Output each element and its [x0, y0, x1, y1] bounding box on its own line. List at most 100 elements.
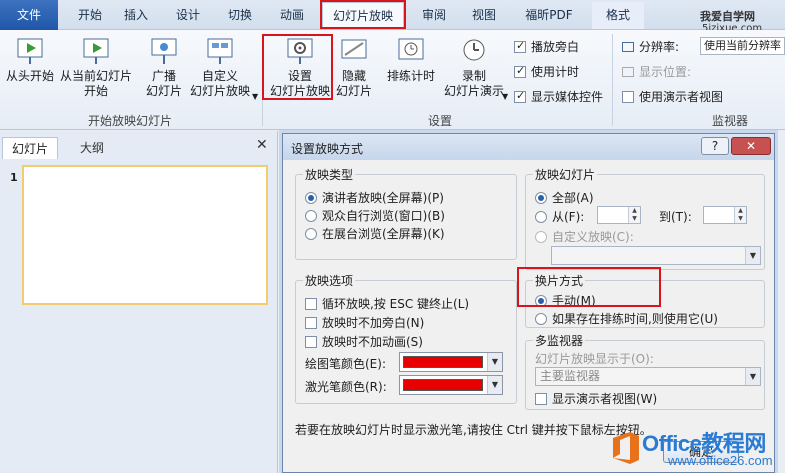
- tab-animations[interactable]: 动画: [270, 2, 314, 29]
- laser-color-swatch: [403, 379, 483, 391]
- from-radio[interactable]: 从(F):: [535, 208, 584, 225]
- monitor-dropdown[interactable]: 主要监视器 ▼: [535, 367, 761, 386]
- watermark-logo: Office教程网 www.office26.com: [606, 424, 785, 473]
- laser-color-picker[interactable]: ▼: [399, 375, 503, 395]
- checkbox-icon: [305, 317, 317, 329]
- custom-slideshow-icon: [207, 38, 233, 64]
- from-spinner[interactable]: ▲ ▼: [597, 206, 641, 224]
- radio-icon: [305, 228, 317, 240]
- rehearse-timings-button[interactable]: 排练计时: [384, 36, 438, 84]
- checkbox-icon: [622, 91, 634, 103]
- all-slides-radio[interactable]: 全部(A): [535, 189, 594, 206]
- highlight-box-advance: [517, 267, 661, 307]
- tab-design[interactable]: 设计: [166, 2, 210, 29]
- broadcast-button[interactable]: 广播 幻灯片: [140, 36, 188, 99]
- close-icon[interactable]: ✕: [731, 137, 771, 155]
- use-timings-radio[interactable]: 如果存在排练时间,则使用它(U): [535, 310, 718, 327]
- dialog-title: 设置放映方式: [291, 142, 364, 156]
- resolution-dropdown[interactable]: 使用当前分辨率: [700, 37, 785, 55]
- loop-checkbox[interactable]: 循环放映,按 ESC 键终止(L): [305, 295, 469, 312]
- radio-selected-icon: [305, 192, 317, 204]
- office-logo-icon: [613, 432, 639, 464]
- checkbox-icon: [305, 298, 317, 310]
- from-label: 从(F):: [552, 210, 585, 224]
- custom-show-label: 自定义放映(C):: [552, 230, 634, 244]
- use-timings-checkbox[interactable]: 使用计时: [514, 63, 579, 80]
- tab-foxit-pdf[interactable]: 福昕PDF: [514, 2, 584, 29]
- to-label: 到(T):: [659, 210, 692, 224]
- show-media-controls-checkbox[interactable]: 显示媒体控件: [514, 88, 603, 105]
- tab-format[interactable]: 格式: [592, 2, 644, 29]
- chevron-down-icon: ▼: [745, 247, 760, 264]
- speaker-radio[interactable]: 演讲者放映(全屏幕)(P): [305, 189, 444, 206]
- tab-transitions[interactable]: 切换: [218, 2, 262, 29]
- no-narration-label: 放映时不加旁白(N): [322, 316, 425, 330]
- tab-insert[interactable]: 插入: [114, 2, 158, 29]
- no-animation-checkbox[interactable]: 放映时不加动画(S): [305, 333, 423, 350]
- record-slideshow-label-1: 录制: [461, 69, 486, 83]
- broadcast-label-1: 广播: [151, 69, 176, 83]
- timer-icon: [398, 38, 424, 60]
- monitor-icon: [622, 42, 634, 52]
- pen-color-swatch: [403, 356, 483, 368]
- individual-radio[interactable]: 观众自行浏览(窗口)(B): [305, 207, 445, 224]
- from-current-button[interactable]: 从当前幻灯片 开始: [58, 36, 134, 99]
- custom-show-dropdown[interactable]: ▼: [551, 246, 761, 265]
- no-narration-checkbox[interactable]: 放映时不加旁白(N): [305, 314, 424, 331]
- record-icon: [463, 39, 485, 61]
- presenter-view-dialog-checkbox[interactable]: 显示演示者视图(W): [535, 390, 657, 407]
- play-narrations-label: 播放旁白: [531, 40, 580, 54]
- spinner-arrows-icon[interactable]: ▲ ▼: [734, 207, 746, 223]
- custom-slideshow-label-2: 幻灯片放映: [189, 84, 250, 98]
- record-slideshow-label-2: 幻灯片演示: [443, 84, 504, 98]
- hide-slide-label-1: 隐藏: [341, 69, 366, 83]
- tab-file[interactable]: 文件: [0, 0, 58, 30]
- hide-slide-button[interactable]: 隐藏 幻灯片: [334, 36, 374, 99]
- loop-label: 循环放映,按 ESC 键终止(L): [322, 297, 470, 311]
- close-icon[interactable]: ✕: [256, 137, 268, 153]
- tab-view[interactable]: 视图: [462, 2, 506, 29]
- show-type-legend: 放映类型: [303, 166, 356, 183]
- display-on-label: 幻灯片放映显示于(O):: [535, 352, 654, 366]
- radio-icon: [535, 211, 547, 223]
- broadcast-label-2: 幻灯片: [145, 84, 182, 98]
- custom-slideshow-button[interactable]: 自定义 幻灯片放映: [186, 36, 254, 99]
- hide-slide-icon: [341, 39, 367, 59]
- group-label-start: 开始放映幻灯片: [88, 114, 173, 128]
- group-separator: [612, 34, 613, 126]
- presenter-view-checkbox[interactable]: 使用演示者视图: [622, 88, 723, 105]
- chevron-down-icon: ▼: [487, 376, 502, 394]
- dialog-title-bar: 设置放映方式 ? ✕: [283, 134, 774, 160]
- site-name: 我爱自学网: [700, 10, 755, 23]
- spinner-arrows-icon[interactable]: ▲ ▼: [628, 207, 640, 223]
- setup-show-dialog: 设置放映方式 ? ✕ 放映类型 演讲者放映(全屏幕)(P) 观众自行浏览(窗口)…: [282, 133, 775, 473]
- help-icon[interactable]: ?: [701, 137, 729, 155]
- radio-selected-icon: [535, 192, 547, 204]
- pen-color-picker[interactable]: ▼: [399, 352, 503, 372]
- tab-outline[interactable]: 大纲: [64, 137, 120, 159]
- show-on-label-row: 显示位置:: [622, 63, 691, 80]
- resolution-label: 分辨率:: [639, 40, 680, 54]
- chevron-down-icon: ▼: [252, 92, 259, 101]
- use-timings-label: 如果存在排练时间,则使用它(U): [552, 312, 718, 326]
- custom-show-radio[interactable]: 自定义放映(C):: [535, 228, 634, 245]
- tab-home[interactable]: 开始: [68, 2, 112, 29]
- play-narrations-checkbox[interactable]: 播放旁白: [514, 38, 579, 55]
- from-beginning-button[interactable]: 从头开始: [2, 36, 58, 84]
- record-slideshow-button[interactable]: 录制 幻灯片演示: [438, 36, 510, 99]
- slide-thumbnail[interactable]: [22, 165, 268, 305]
- watermark-url: www.office26.com: [668, 453, 773, 468]
- chevron-down-icon: ▼: [745, 368, 760, 385]
- tab-review[interactable]: 审阅: [412, 2, 456, 29]
- tab-slides[interactable]: 幻灯片: [2, 137, 58, 159]
- slides-pane: 幻灯片 大纲 ✕ 1: [0, 131, 278, 473]
- kiosk-radio[interactable]: 在展台浏览(全屏幕)(K): [305, 225, 445, 242]
- slideshow-play-icon: [17, 38, 43, 64]
- slideshow-current-icon: [83, 38, 109, 64]
- to-spinner[interactable]: ▲ ▼: [703, 206, 747, 224]
- from-beginning-label: 从头开始: [5, 69, 54, 83]
- checkbox-icon: [305, 336, 317, 348]
- show-slides-legend: 放映幻灯片: [533, 166, 598, 183]
- laser-pointer-hint: 若要在放映幻灯片时显示激光笔,请按住 Ctrl 键并按下鼠标左按钮。: [295, 423, 652, 437]
- chevron-down-icon: ▼: [502, 92, 509, 101]
